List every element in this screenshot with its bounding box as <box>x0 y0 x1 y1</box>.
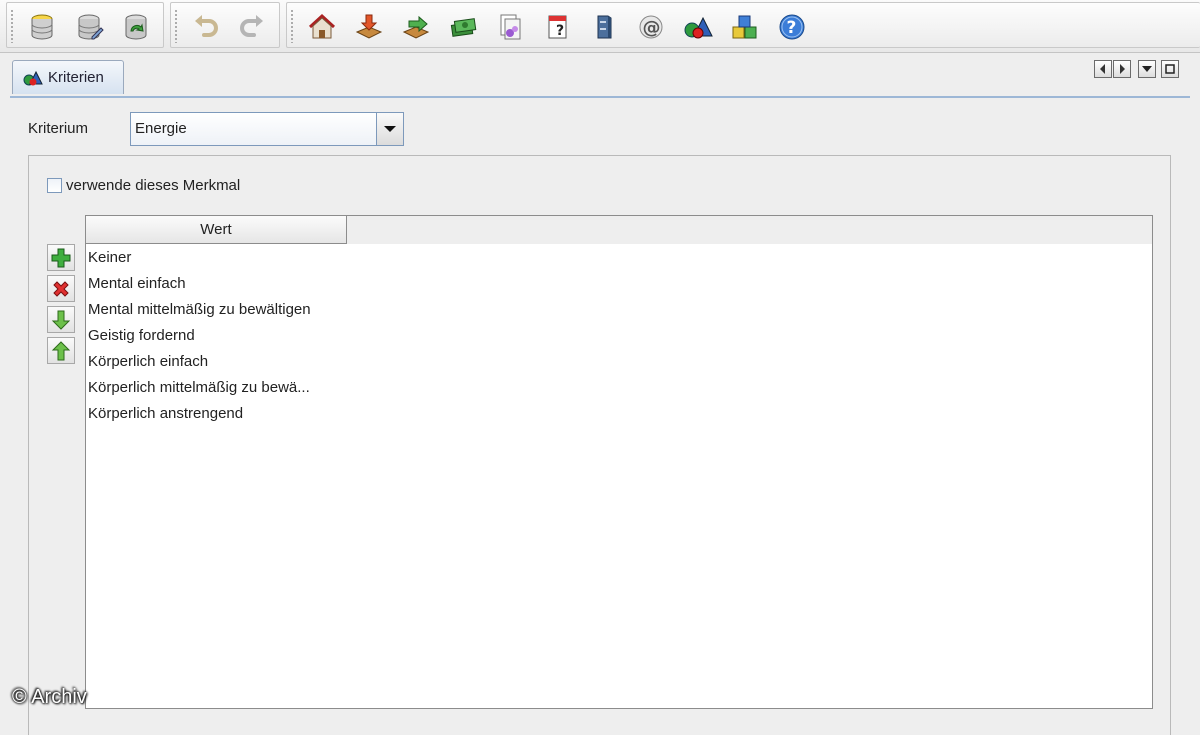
shapes-icon <box>684 16 713 39</box>
documents-icon <box>500 14 521 40</box>
export-button[interactable] <box>399 11 433 43</box>
tab-scroll-left-button[interactable] <box>1094 60 1112 78</box>
tab-label: Kriterien <box>48 69 104 86</box>
tab-strip: Kriterien <box>10 58 1190 98</box>
export-icon <box>402 15 430 39</box>
table-row[interactable]: Geistig fordernd <box>87 325 1147 351</box>
email-button[interactable]: @ <box>634 11 668 43</box>
table-row[interactable]: Körperlich anstrengend <box>87 403 1147 429</box>
table-row[interactable]: Keiner <box>87 247 1147 273</box>
table-header: Wert <box>86 216 1152 244</box>
move-up-button[interactable] <box>47 337 75 364</box>
cubes-icon <box>732 15 757 39</box>
use-feature-label[interactable]: verwende dieses Merkmal <box>66 177 240 194</box>
criteria-panel: Kriterium Energie verwende dieses Merkma… <box>10 98 1190 735</box>
tab-scroll-controls <box>1094 60 1131 78</box>
main-toolbar: ? @ ? <box>0 0 1200 53</box>
tab-scroll-right-button[interactable] <box>1113 60 1131 78</box>
cabinet-button[interactable] <box>587 11 621 43</box>
documents-button[interactable] <box>493 11 527 43</box>
table-row[interactable]: Körperlich mittelmäßig zu bewä... <box>87 377 1147 403</box>
values-table: Wert Keiner Mental einfach Mental mittel… <box>85 215 1153 709</box>
dropdown-icon <box>1142 66 1152 72</box>
move-down-button[interactable] <box>47 306 75 333</box>
shapes-icon <box>23 70 43 85</box>
database-icon <box>31 14 53 40</box>
table-body: Keiner Mental einfach Mental mittelmäßig… <box>87 247 1147 429</box>
calendar-help-button[interactable]: ? <box>540 11 574 43</box>
criterion-select-arrow[interactable] <box>376 113 403 145</box>
toolbar-grip[interactable] <box>290 9 294 43</box>
money-button[interactable] <box>446 11 480 43</box>
undo-icon <box>195 15 218 37</box>
toolbar-group-database <box>6 2 164 48</box>
delete-icon <box>53 280 69 297</box>
maximize-icon <box>1165 64 1175 74</box>
shapes-button[interactable] <box>681 11 715 43</box>
criterion-select-value: Energie <box>135 120 187 137</box>
use-feature-checkbox[interactable] <box>47 178 62 193</box>
calendar-help-icon: ? <box>548 15 567 39</box>
database-edit-icon <box>78 14 104 40</box>
home-button[interactable] <box>305 11 339 43</box>
scroll-left-icon <box>1100 64 1105 74</box>
database-refresh-button[interactable] <box>119 11 153 43</box>
tab-window-controls <box>1138 60 1179 78</box>
toolbar-group-main: ? @ ? <box>286 2 1200 48</box>
at-sign-icon: @ <box>639 15 663 39</box>
database-edit-button[interactable] <box>73 11 107 43</box>
undo-button[interactable] <box>189 11 223 43</box>
cubes-button[interactable] <box>728 11 762 43</box>
svg-text:@: @ <box>643 18 661 39</box>
svg-text:?: ? <box>556 23 564 39</box>
use-feature-row: verwende dieses Merkmal <box>47 177 240 194</box>
move-up-icon <box>51 340 71 360</box>
svg-text:?: ? <box>787 18 797 38</box>
add-icon <box>51 248 71 267</box>
scroll-right-icon <box>1120 64 1125 74</box>
money-icon <box>450 18 477 37</box>
redo-icon <box>240 15 263 37</box>
criterion-select[interactable]: Energie <box>130 112 404 146</box>
criterion-label: Kriterium <box>28 120 89 137</box>
cabinet-icon <box>597 15 612 39</box>
tab-maximize-button[interactable] <box>1161 60 1179 78</box>
toolbar-group-history <box>170 2 280 48</box>
table-row[interactable]: Mental mittelmäßig zu bewältigen <box>87 299 1147 325</box>
column-header-wert[interactable]: Wert <box>86 216 347 244</box>
redo-button[interactable] <box>235 11 269 43</box>
toolbar-grip[interactable] <box>174 9 178 43</box>
delete-value-button[interactable] <box>47 275 75 302</box>
import-icon <box>355 14 383 39</box>
import-button[interactable] <box>352 11 386 43</box>
tab-list-button[interactable] <box>1138 60 1156 78</box>
home-icon <box>308 13 336 39</box>
copyright-watermark: © Archiv <box>12 686 87 708</box>
table-row[interactable]: Körperlich einfach <box>87 351 1147 377</box>
chevron-down-icon <box>384 126 396 132</box>
help-button[interactable]: ? <box>775 11 809 43</box>
database-refresh-icon <box>125 14 147 40</box>
move-down-icon <box>51 310 71 330</box>
toolbar-grip[interactable] <box>10 9 14 43</box>
add-value-button[interactable] <box>47 244 75 271</box>
table-row[interactable]: Mental einfach <box>87 273 1147 299</box>
database-button[interactable] <box>25 11 59 43</box>
feature-group-box: verwende dieses Merkmal Wert Keiner Ment… <box>28 155 1171 735</box>
row-action-buttons <box>47 244 77 368</box>
tab-kriterien[interactable]: Kriterien <box>12 60 124 94</box>
help-icon: ? <box>779 14 805 40</box>
